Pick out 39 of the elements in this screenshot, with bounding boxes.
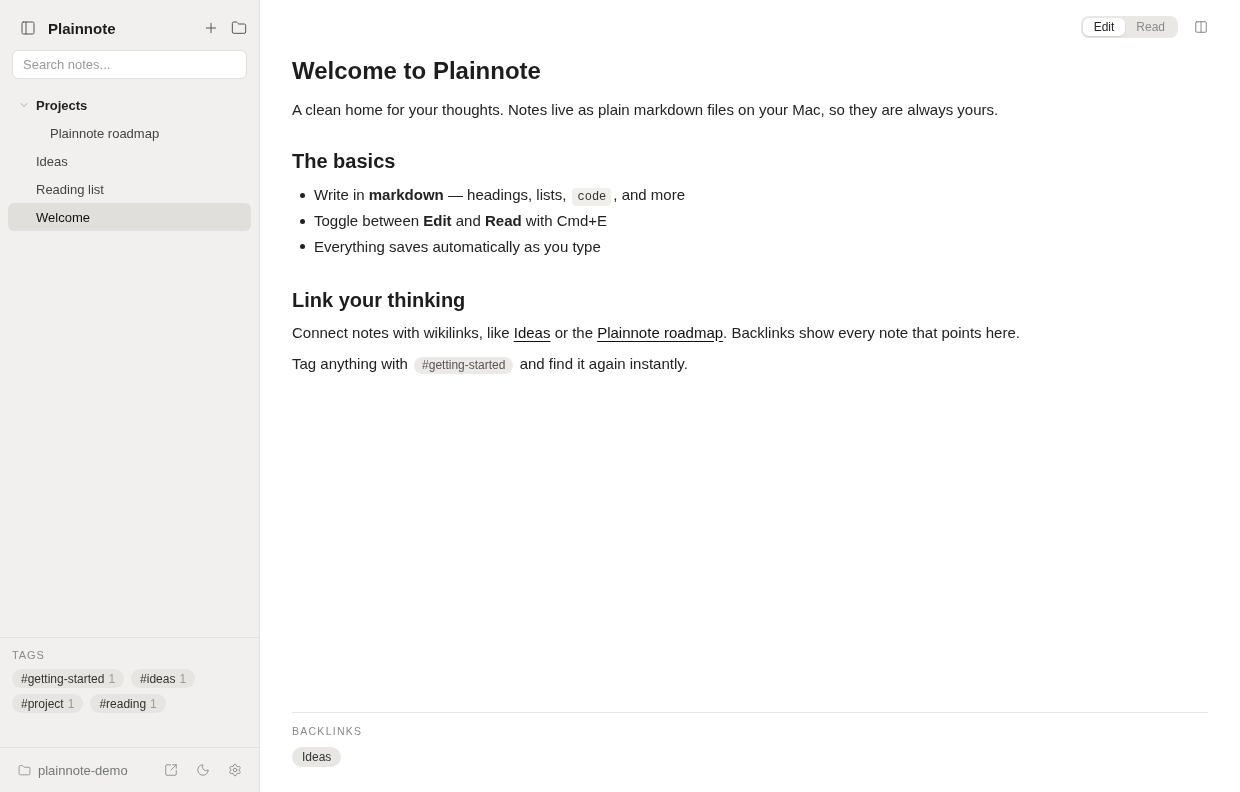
backlink-chip[interactable]: Ideas (292, 747, 342, 767)
bullet-icon (300, 218, 305, 224)
note-paragraph: Connect notes with wikilinks, like Ideas or the Plainnote roadmap. Backlinks show every note that points here. (292, 322, 1021, 343)
inline-code: code (572, 187, 612, 206)
mode-tab[interactable]: Edit (1082, 18, 1126, 36)
note-item[interactable]: Reading list (8, 175, 251, 203)
tag-chip[interactable]: #getting-started (414, 356, 514, 374)
bullet-icon (300, 193, 305, 199)
tag-chip[interactable]: #ideas 1 (131, 669, 196, 688)
list-item-text: Toggle between Edit and Read with Cmd+E (314, 211, 608, 232)
search-field[interactable]: Search notes... (12, 50, 247, 79)
folder-icon[interactable] (231, 20, 247, 36)
bullet-icon (300, 244, 305, 250)
app-title: Plainnote (48, 19, 117, 37)
tag-chip[interactable]: #project 1 (12, 694, 84, 713)
plus-icon[interactable] (203, 20, 219, 36)
list-item-text: Write in markdown — headings, lists, code , and more (314, 184, 685, 208)
note-item[interactable]: Plainnote roadmap (22, 119, 251, 147)
note-title: Welcome to Plainnote (292, 56, 542, 86)
moon-icon[interactable] (196, 763, 210, 777)
note-paragraph: A clean home for your thoughts. Notes live as plain markdown files on your Mac, so they are always yours. (292, 100, 1000, 120)
tag-chip[interactable]: #reading 1 (90, 694, 166, 713)
backlinks-heading: BACKLINKS (292, 725, 364, 737)
external-link-icon[interactable] (164, 763, 178, 777)
vault-button[interactable]: plainnote-demo (18, 762, 146, 778)
note-paragraph: Tag anything with #getting-started and find it again instantly. (292, 353, 689, 375)
folder-icon (18, 763, 31, 777)
section-heading: Link your thinking (292, 287, 467, 313)
note-item[interactable]: Ideas (8, 147, 251, 175)
note-item[interactable]: Welcome (8, 203, 251, 231)
tags-heading: TAGS (12, 649, 46, 661)
tag-chip[interactable]: #getting-started 1 (12, 669, 125, 688)
sidebar-toggle-icon[interactable] (20, 20, 36, 36)
folder-item[interactable]: Projects (8, 91, 251, 119)
settings-icon[interactable] (228, 763, 242, 777)
section-heading: The basics (292, 149, 397, 174)
list-item-text: Everything saves automatically as you type (314, 236, 601, 257)
split-view-icon[interactable] (1194, 20, 1208, 34)
wikilink[interactable]: Ideas (513, 323, 551, 341)
